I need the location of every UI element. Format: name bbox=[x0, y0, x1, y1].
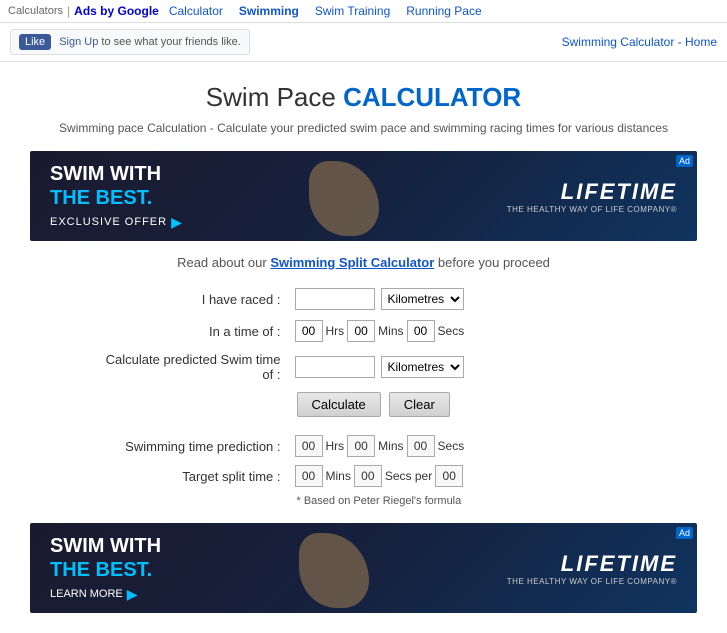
subtitle: Swimming pace Calculation - Calculate yo… bbox=[30, 121, 697, 135]
swimmer-shape bbox=[309, 161, 379, 236]
secs-label: Secs bbox=[438, 324, 465, 338]
predict-label: Calculate predicted Swim time of : bbox=[104, 352, 289, 382]
time-secs-input[interactable] bbox=[407, 320, 435, 342]
ad-learn-more: LEARN MORE ▶ bbox=[50, 586, 161, 603]
ad-offer-text: EXCLUSIVE OFFER bbox=[50, 216, 167, 228]
nav-link-swim-training[interactable]: Swim Training bbox=[309, 4, 396, 18]
ad-banner-top[interactable]: SWIM WITH THE BEST. EXCLUSIVE OFFER ▶ LI… bbox=[30, 151, 697, 241]
bottom-brand-sub: THE HEALTHY WAY OF LIFE COMPANY® bbox=[507, 577, 677, 586]
split-per-box: 00 bbox=[435, 465, 463, 487]
ad-bottom-badge: Ad bbox=[676, 527, 693, 539]
ad-headline: SWIM WITH THE BEST. bbox=[50, 162, 182, 210]
fb-signup-link[interactable]: Sign Up bbox=[59, 36, 98, 48]
nav-link-calculator[interactable]: Calculator bbox=[163, 4, 229, 18]
split-time-inputs: 00 Mins 00 Secs per 00 bbox=[295, 465, 464, 487]
button-row: Calculate Clear bbox=[104, 392, 624, 417]
split-calc-link[interactable]: Swimming Split Calculator bbox=[270, 255, 434, 270]
predict-unit-select[interactable]: Kilometres Miles Yards Metres bbox=[381, 356, 464, 378]
ad-bottom-line2: THE BEST. bbox=[50, 559, 152, 581]
split-prefix: Read about our bbox=[177, 255, 270, 270]
pred-hrs-label: Hrs bbox=[326, 439, 345, 453]
time-hours-input[interactable] bbox=[295, 320, 323, 342]
pred-hours-box: 00 bbox=[295, 435, 323, 457]
prediction-row: Swimming time prediction : 00 Hrs 00 Min… bbox=[104, 435, 624, 457]
raced-label: I have raced : bbox=[104, 292, 289, 307]
brand-sub: THE HEALTHY WAY OF LIFE COMPANY® bbox=[507, 205, 677, 214]
fb-like-box: Like Sign Up to see what your friends li… bbox=[10, 29, 250, 55]
clear-button[interactable]: Clear bbox=[389, 392, 450, 417]
time-mins-input[interactable] bbox=[347, 320, 375, 342]
calculate-button[interactable]: Calculate bbox=[297, 392, 381, 417]
predict-input[interactable] bbox=[295, 356, 375, 378]
ad-bottom-line1: SWIM WITH bbox=[50, 535, 161, 557]
top-nav: Calculators | Ads by Google Calculator S… bbox=[0, 0, 727, 23]
mins-label: Mins bbox=[378, 324, 403, 338]
hrs-label: Hrs bbox=[326, 324, 345, 338]
ad-line1: SWIM WITH bbox=[50, 163, 161, 185]
pred-mins-box: 00 bbox=[347, 435, 375, 457]
split-link-text: Read about our Swimming Split Calculator… bbox=[30, 255, 697, 270]
split-mins-label: Mins bbox=[326, 469, 351, 483]
split-secs-box: 00 bbox=[354, 465, 382, 487]
ad-learn-more-text: LEARN MORE bbox=[50, 588, 123, 600]
title-part1: Swim Pace bbox=[206, 82, 343, 112]
split-time-label: Target split time : bbox=[104, 469, 289, 484]
raced-input[interactable] bbox=[295, 288, 375, 310]
split-mins-box: 00 bbox=[295, 465, 323, 487]
ad-bottom-swimmer bbox=[294, 528, 374, 608]
bottom-swimmer-shape bbox=[299, 533, 369, 608]
prediction-label: Swimming time prediction : bbox=[104, 439, 289, 454]
ad-top-left: SWIM WITH THE BEST. EXCLUSIVE OFFER ▶ bbox=[50, 162, 182, 231]
ad-bottom-brand: LIFETIME THE HEALTHY WAY OF LIFE COMPANY… bbox=[507, 551, 677, 586]
ad-banner-bottom[interactable]: SWIM WITH THE BEST. LEARN MORE ▶ LIFETIM… bbox=[30, 523, 697, 613]
time-row: In a time of : Hrs Mins Secs bbox=[104, 320, 624, 342]
nav-separator: | bbox=[67, 4, 70, 18]
form-area: I have raced : Kilometres Miles Yards Me… bbox=[104, 288, 624, 507]
prediction-time: 00 Hrs 00 Mins 00 Secs bbox=[295, 435, 465, 457]
ad-line2: THE BEST. bbox=[50, 187, 152, 209]
ad-bottom-left: SWIM WITH THE BEST. LEARN MORE ▶ bbox=[50, 534, 161, 603]
fb-like-button[interactable]: Like bbox=[19, 34, 51, 50]
home-link[interactable]: Swimming Calculator - Home bbox=[562, 35, 717, 49]
fb-text: to see what your friends like. bbox=[101, 36, 240, 48]
time-label: In a time of : bbox=[104, 324, 289, 339]
split-suffix: before you proceed bbox=[434, 255, 550, 270]
nav-link-running-pace[interactable]: Running Pace bbox=[400, 4, 487, 18]
formula-note: * Based on Peter Riegel's formula bbox=[104, 495, 624, 507]
raced-unit-select[interactable]: Kilometres Miles Yards Metres bbox=[381, 288, 464, 310]
split-secs-per-label: Secs per bbox=[385, 469, 432, 483]
calculators-label: Calculators bbox=[8, 5, 63, 17]
main-content: Swim Pace CALCULATOR Swimming pace Calcu… bbox=[0, 62, 727, 633]
bottom-brand-logo: LIFETIME bbox=[507, 551, 677, 577]
pred-secs-box: 00 bbox=[407, 435, 435, 457]
fb-like-text: Sign Up to see what your friends like. bbox=[59, 36, 241, 48]
raced-row: I have raced : Kilometres Miles Yards Me… bbox=[104, 288, 624, 310]
ad-offer: EXCLUSIVE OFFER ▶ bbox=[50, 214, 182, 231]
ad-arrow-icon: ▶ bbox=[171, 214, 182, 231]
predict-row: Calculate predicted Swim time of : Kilom… bbox=[104, 352, 624, 382]
ad-bottom-arrow-icon: ▶ bbox=[127, 586, 138, 603]
ad-brand: LIFETIME THE HEALTHY WAY OF LIFE COMPANY… bbox=[507, 179, 677, 214]
ad-swimmer bbox=[304, 156, 384, 236]
pred-secs-label: Secs bbox=[438, 439, 465, 453]
brand-logo: LIFETIME bbox=[507, 179, 677, 205]
pred-mins-label: Mins bbox=[378, 439, 403, 453]
title-part2: CALCULATOR bbox=[343, 82, 521, 112]
page-title: Swim Pace CALCULATOR bbox=[30, 82, 697, 113]
ad-badge: Ad bbox=[676, 155, 693, 167]
time-inputs: Hrs Mins Secs bbox=[295, 320, 465, 342]
social-bar: Like Sign Up to see what your friends li… bbox=[0, 23, 727, 62]
nav-link-swimming[interactable]: Swimming bbox=[233, 4, 305, 18]
split-time-row: Target split time : 00 Mins 00 Secs per … bbox=[104, 465, 624, 487]
ads-by-google: Ads by Google bbox=[74, 4, 159, 18]
ad-bottom-headline: SWIM WITH THE BEST. bbox=[50, 534, 161, 582]
